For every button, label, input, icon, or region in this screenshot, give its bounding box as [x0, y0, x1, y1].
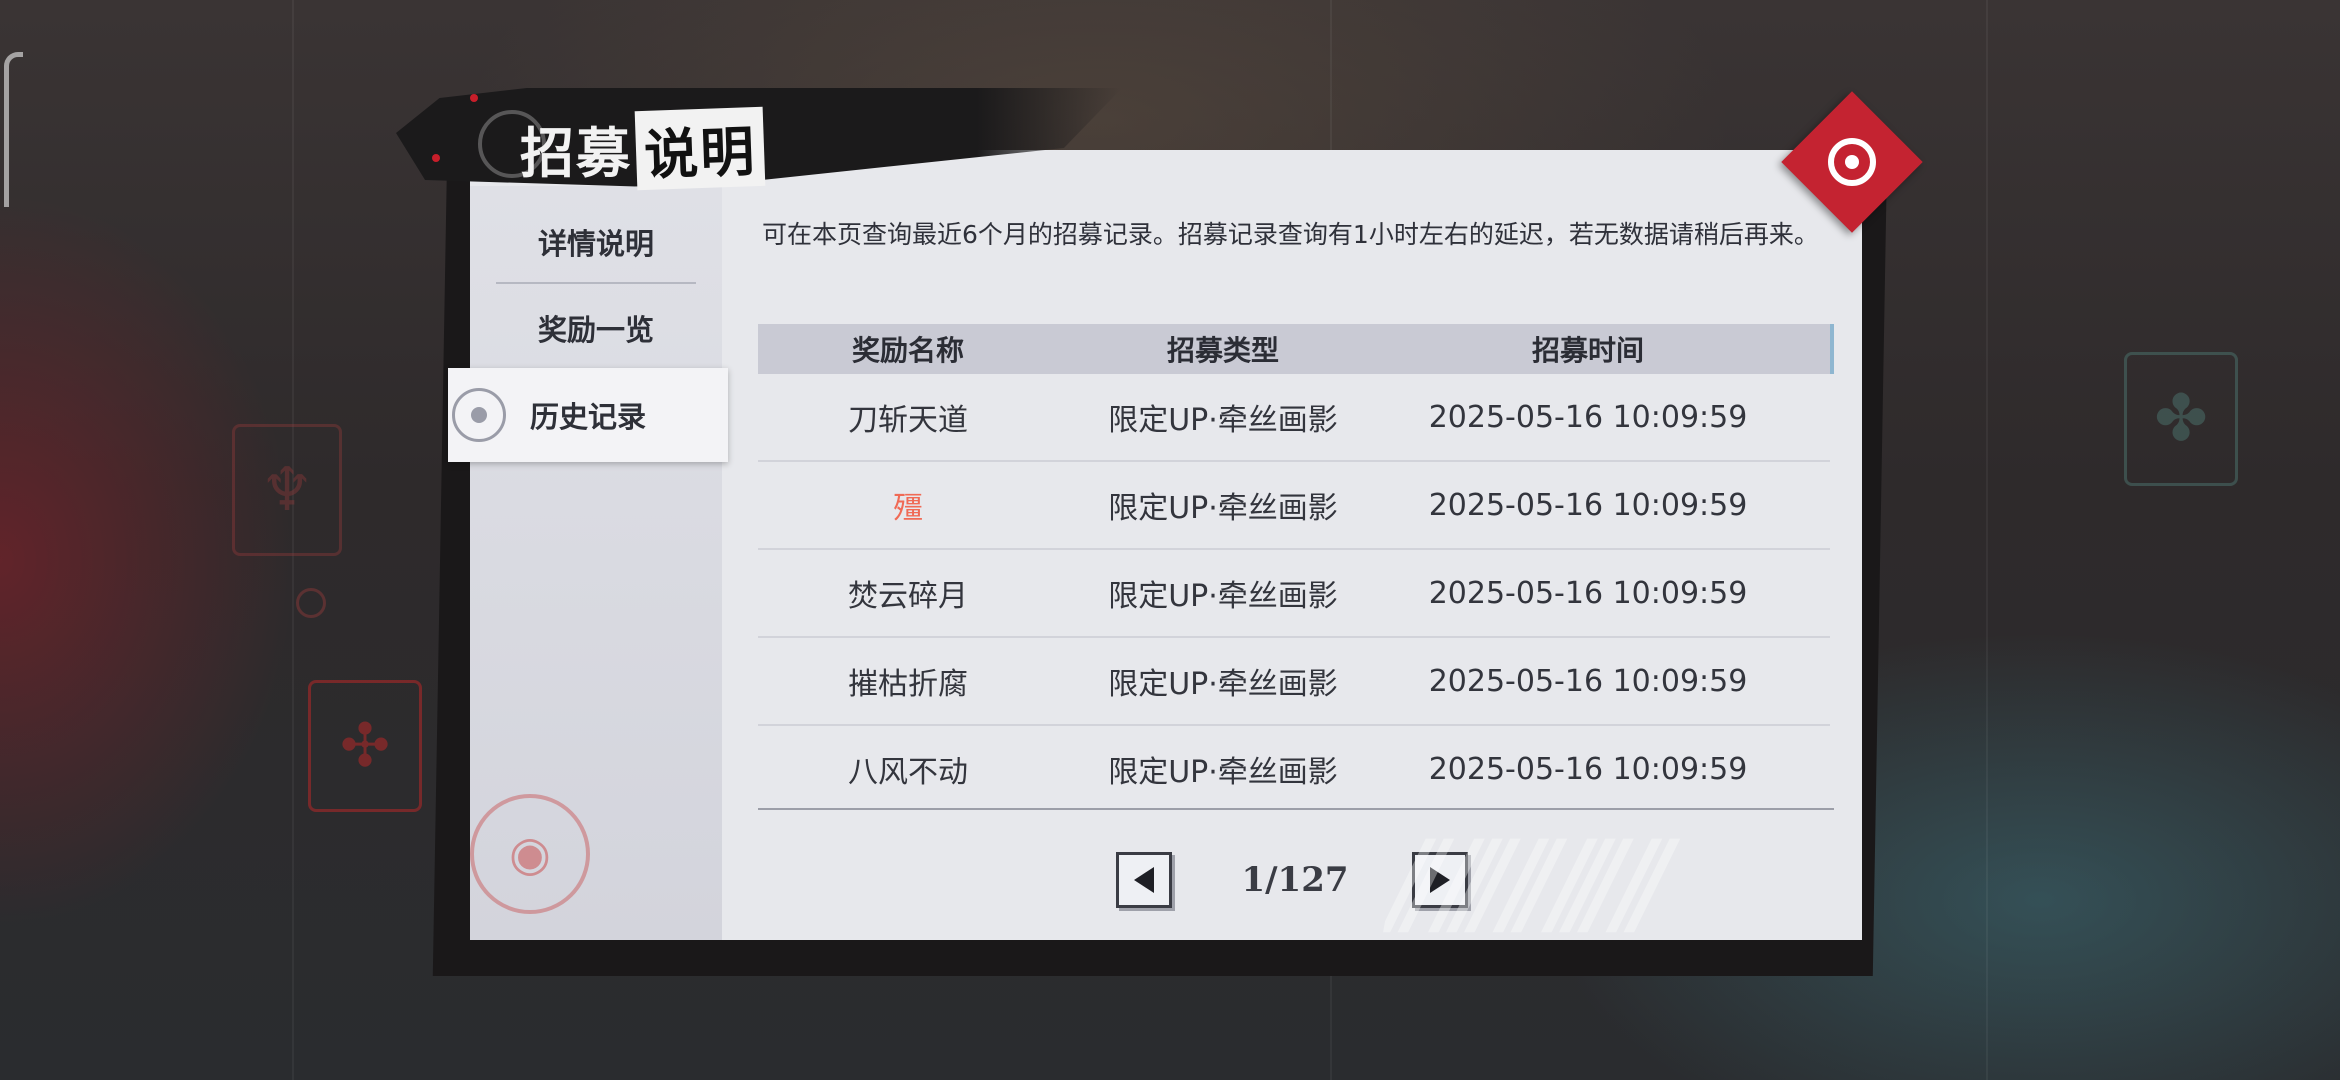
table-header: 奖励名称 招募类型 招募时间 — [758, 324, 1834, 374]
sidebar-item-label: 奖励一览 — [537, 313, 654, 347]
recruit-type: 限定UP·牵丝画影 — [1108, 579, 1338, 614]
column-header-name: 奖励名称 — [851, 334, 964, 367]
sidebar-divider — [496, 282, 696, 284]
page-indicator: 1/127 — [1241, 860, 1349, 900]
red-seal-icon: ✣ — [308, 680, 422, 812]
ink-dot — [470, 94, 478, 102]
recruit-time: 2025-05-16 10:09:59 — [1428, 575, 1748, 611]
eye-icon — [452, 388, 506, 442]
table-row: 八风不动 限定UP·牵丝画影 2025-05-16 10:09:59 — [758, 726, 1830, 812]
recruit-type: 限定UP·牵丝画影 — [1108, 755, 1338, 790]
background-ring-icon — [296, 588, 326, 618]
table-row: 殭 限定UP·牵丝画影 2025-05-16 10:09:59 — [758, 462, 1830, 550]
recruit-time: 2025-05-16 10:09:59 — [1428, 487, 1748, 523]
prev-page-button[interactable] — [1116, 852, 1172, 908]
page-title: 招募 说明 — [520, 106, 766, 191]
recruit-time: 2025-05-16 10:09:59 — [1428, 399, 1748, 435]
title-part2: 说明 — [634, 106, 766, 191]
recruit-time: 2025-05-16 10:09:59 — [1428, 751, 1748, 787]
table-row: 刀斩天道 限定UP·牵丝画影 2025-05-16 10:09:59 — [758, 374, 1830, 462]
recruit-time: 2025-05-16 10:09:59 — [1428, 663, 1748, 699]
reward-name: 刀斩天道 — [848, 403, 968, 438]
recruit-type: 限定UP·牵丝画影 — [1108, 403, 1338, 438]
target-icon — [1828, 138, 1876, 186]
background-seal-icon: ♆ — [232, 424, 342, 556]
eye-seal-icon: ◉ — [470, 794, 590, 914]
table-row: 焚云碎月 限定UP·牵丝画影 2025-05-16 10:09:59 — [758, 550, 1830, 638]
reward-name: 焚云碎月 — [848, 579, 968, 614]
ink-dot — [432, 154, 440, 162]
sidebar-item-label: 详情说明 — [537, 227, 654, 261]
reward-name: 八风不动 — [848, 755, 968, 790]
column-header-time: 招募时间 — [1531, 334, 1644, 367]
column-header-type: 招募类型 — [1166, 334, 1279, 367]
recruit-type: 限定UP·牵丝画影 — [1108, 667, 1338, 702]
sidebar-item-rewards[interactable]: 奖励一览 — [470, 292, 722, 364]
background-line — [1986, 0, 1988, 1080]
table-row: 摧枯折腐 限定UP·牵丝画影 2025-05-16 10:09:59 — [758, 638, 1830, 726]
edge-handle[interactable] — [4, 52, 23, 207]
reward-name: 殭 — [893, 491, 923, 526]
history-table: 刀斩天道 限定UP·牵丝画影 2025-05-16 10:09:59 殭 限定U… — [758, 374, 1830, 812]
sidebar-item-label: 历史记录 — [529, 400, 646, 434]
table-divider — [758, 808, 1834, 810]
reward-name: 摧枯折腐 — [848, 667, 968, 702]
recruit-type: 限定UP·牵丝画影 — [1108, 491, 1338, 526]
brush-watermark: ⫽⫻⫽⫻⫽ — [1378, 818, 1677, 957]
title-part1: 招募 — [520, 121, 632, 185]
description-text: 可在本页查询最近6个月的招募记录。招募记录查询有1小时左右的延迟，若无数据请稍后… — [762, 220, 1819, 249]
sidebar-item-details[interactable]: 详情说明 — [470, 206, 722, 278]
background-seal-icon: ✤ — [2124, 352, 2238, 486]
arrow-left-icon — [1134, 867, 1154, 893]
